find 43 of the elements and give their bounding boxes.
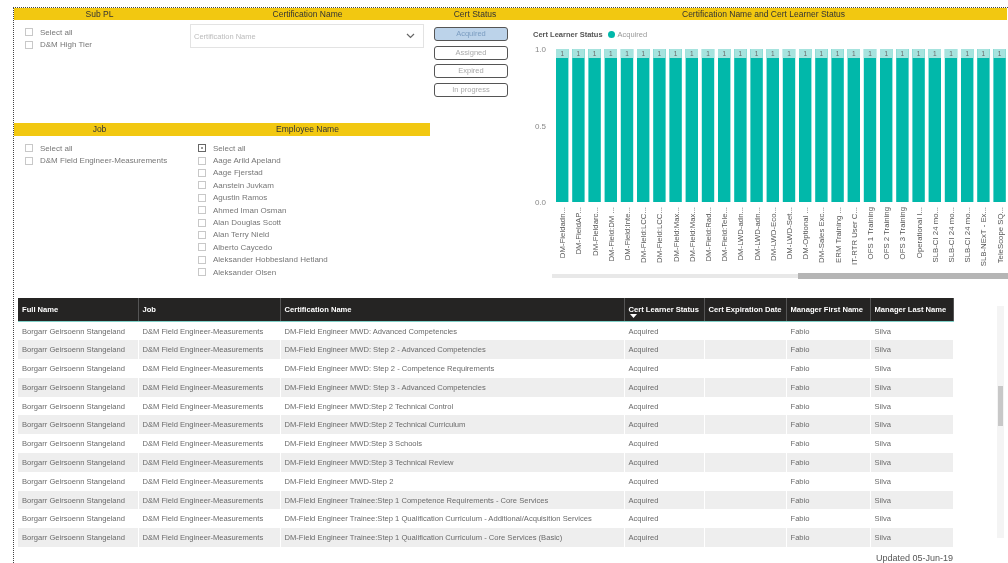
checkbox[interactable] <box>198 181 206 190</box>
slicer-header: Certification Name <box>185 8 430 20</box>
checkbox[interactable] <box>25 144 33 153</box>
checkbox-label[interactable]: Aage Arild Apeland <box>213 156 281 166</box>
checkbox[interactable] <box>198 255 206 264</box>
sort-arrow-icon <box>629 314 637 318</box>
checkbox-label[interactable]: Alberto Caycedo <box>213 242 273 252</box>
checkbox-label[interactable]: Select all <box>40 27 73 37</box>
checkbox[interactable] <box>198 218 206 227</box>
checkbox[interactable] <box>198 243 206 252</box>
slicer-header: Job <box>14 123 185 136</box>
checkbox-label[interactable]: Ahmed Iman Osman <box>213 205 287 215</box>
checkbox[interactable] <box>25 28 33 37</box>
checkbox[interactable] <box>198 206 206 215</box>
tick-label: 1.0 <box>534 45 546 54</box>
checkbox[interactable] <box>198 230 206 239</box>
checkbox-label[interactable]: Aage Fjerstad <box>213 168 263 178</box>
updated-label: Updated 05-Jun-19 <box>875 553 953 563</box>
checkbox[interactable] <box>25 156 33 165</box>
slicer-header: Sub PL <box>14 8 185 20</box>
checkbox-label[interactable]: Select all <box>40 143 73 153</box>
checkbox[interactable] <box>198 268 206 277</box>
checkbox-label[interactable]: Aleksander Olsen <box>213 267 277 277</box>
checkbox-label[interactable]: Alan Terry Nield <box>213 230 270 240</box>
slicer-header: Cert Status <box>430 8 520 20</box>
tick-label: 0.0 <box>534 198 546 207</box>
tick-label: 0.5 <box>534 121 546 131</box>
scrollbar[interactable] <box>997 306 1004 538</box>
checkbox-label[interactable]: Select all <box>213 143 246 153</box>
checkbox[interactable] <box>198 144 206 153</box>
checkbox[interactable] <box>198 156 206 165</box>
chevron-down-icon[interactable] <box>406 33 415 39</box>
chart-title: Certification Name and Cert Learner Status <box>520 8 1007 20</box>
checkbox-label[interactable]: Agustin Ramos <box>213 193 268 203</box>
checkbox[interactable] <box>198 193 206 202</box>
checkbox[interactable] <box>25 40 33 49</box>
checkbox-label[interactable]: D&M Field Engineer-Measurements <box>40 156 168 166</box>
checkbox[interactable] <box>198 168 206 177</box>
checkbox-label[interactable]: Alan Douglas Scott <box>213 218 282 228</box>
slicer-header: Employee Name <box>185 123 430 136</box>
checkbox-label[interactable]: Aanstein Juvkam <box>213 180 274 190</box>
checkbox-label[interactable]: Aleksander Hobbesland Hetland <box>213 255 328 265</box>
checkbox-label[interactable]: D&M High Tier <box>40 40 92 50</box>
